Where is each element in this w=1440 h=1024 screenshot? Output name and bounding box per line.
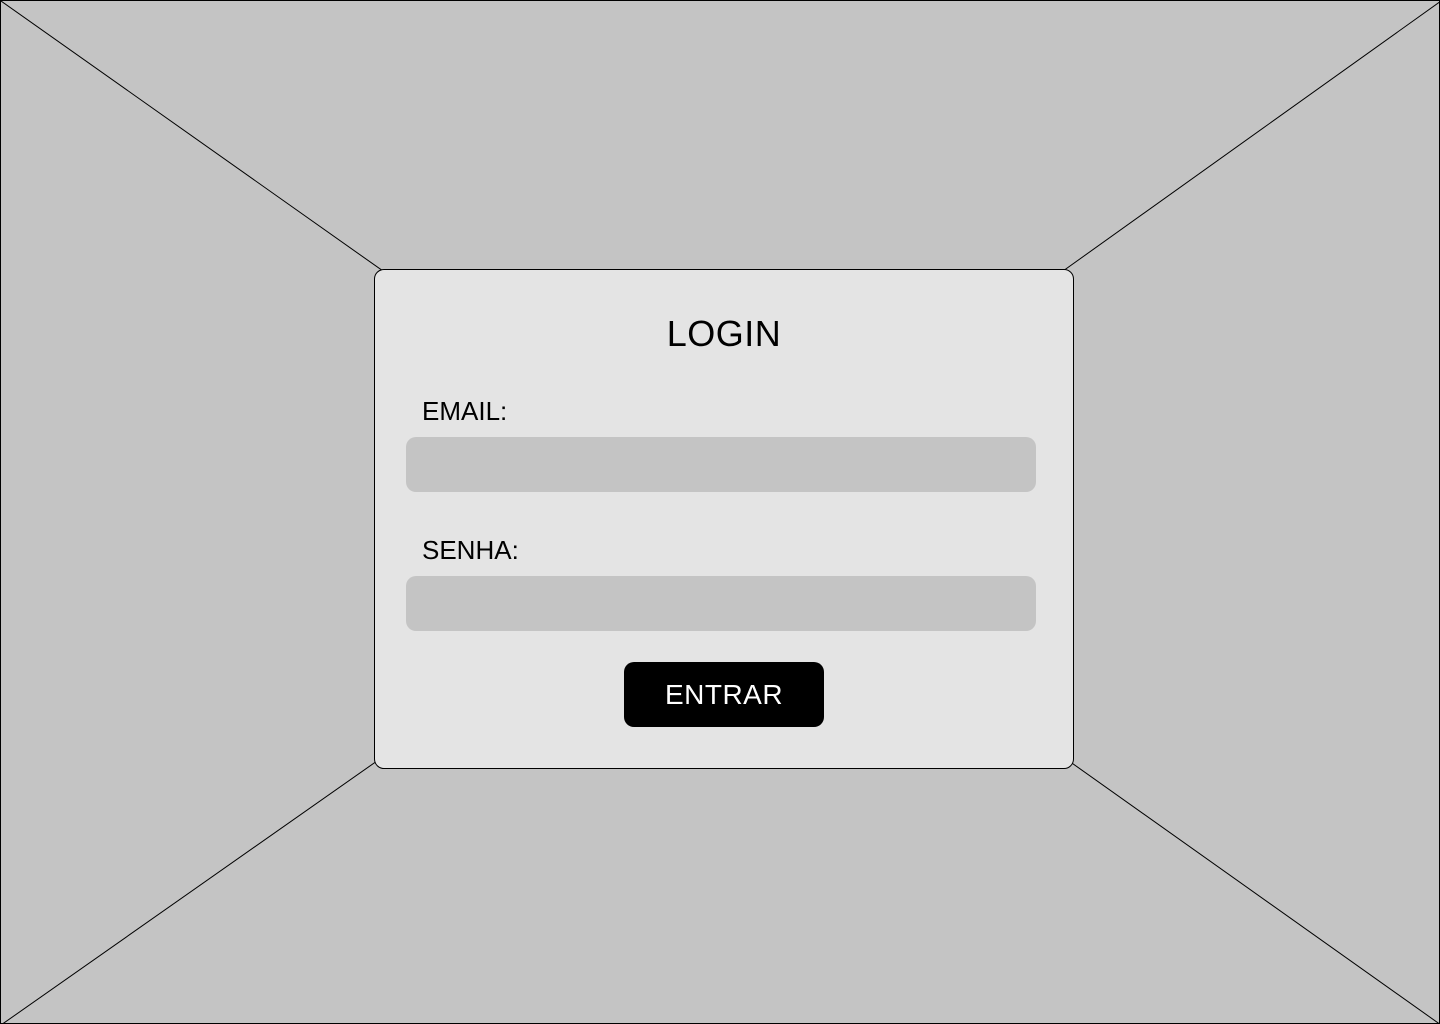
login-card: LOGIN EMAIL: SENHA: ENTRAR [374,269,1074,769]
diagonal-line-top-left [1,1,384,272]
email-field[interactable] [406,437,1036,492]
login-title: LOGIN [666,313,782,354]
wireframe-stage: LOGIN EMAIL: SENHA: ENTRAR [0,0,1440,1024]
diagonal-line-top-right [1062,1,1440,272]
submit-button[interactable]: ENTRAR [624,662,824,727]
email-label: EMAIL: [422,396,508,426]
diagonal-line-bottom-left [1,760,378,1024]
password-field[interactable] [406,576,1036,631]
diagonal-line-bottom-right [1068,760,1440,1024]
password-label: SENHA: [422,535,519,565]
